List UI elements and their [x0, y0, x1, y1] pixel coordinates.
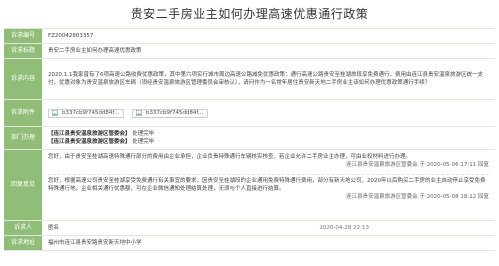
dept-status: 处理完毕: [132, 139, 155, 145]
dept-name: 【连江县贵安温泉旅游区管委会】: [48, 139, 131, 145]
value-code: FZ20042803357: [48, 33, 94, 39]
dept-name: 【连江县贵安温泉旅游区管委会】: [48, 131, 131, 137]
attachments: b337cb9f745dd84f... b337cb9f745dd84f...: [42, 100, 495, 126]
reply-divider: [48, 174, 489, 175]
reply-item: 您好，由于贵安至桂湖高速特殊通行部分的费用由企业承担，企业负责特殊通行车辆核实核…: [48, 153, 489, 169]
row-person: 诉求人 匿名 2020-04-28 22:13: [4, 220, 495, 235]
person-name: 匿名: [48, 225, 60, 231]
dept-item: 【连江县贵安温泉旅游区管委会】 处理完毕: [48, 130, 489, 138]
reply-text: 您好，根据高速公司贵安至桂湖享受免费通行有关事宜的要求，因贵安至桂湖段的企业通用…: [48, 178, 486, 192]
row-dept: 部门办理 【连江县贵安温泉旅游区管委会】 处理完毕 【连江县贵安温泉旅游区管委会…: [4, 126, 495, 149]
row-code: 诉求编号 FZ20042803357: [4, 28, 495, 43]
value-content: 2020.1.1我家曾有了6项高速公路收费优惠政策，其中第六项实行城市周边高速公…: [48, 72, 483, 86]
attachment-name: b337cb9f745dd84f...: [62, 110, 120, 116]
label-subject: 诉求标题: [4, 44, 42, 58]
label-content: 诉求内容: [4, 59, 42, 99]
row-subject: 诉求标题 贵安二手房业主如何办理高速优惠政策: [4, 43, 495, 58]
dept-status: 处理完毕: [132, 131, 155, 137]
attachment-file[interactable]: b337cb9f745dd84f...: [48, 108, 124, 118]
reply-text: 您好，由于贵安至桂湖高速特殊通行部分的费用由企业承担，企业负责特殊通行车辆核实核…: [48, 154, 412, 160]
dept-item: 【连江县贵安温泉旅游区管委会】 处理完毕: [48, 138, 489, 146]
complaint-detail-page: { "title": "贵安二手房业主如何办理高速优惠通行政策", "label…: [0, 0, 499, 266]
reply-org: 连江县贵安温泉旅游区管委会: [346, 194, 418, 200]
label-attachment: 诉求附件: [4, 100, 42, 126]
detail-table: 诉求编号 FZ20042803357 诉求标题 贵安二手房业主如何办理高速优惠政…: [4, 28, 495, 251]
value-subject: 贵安二手房业主如何办理高速优惠政策: [48, 48, 142, 54]
value-address: 福州市连江县贵安路贵安新天地中小学: [48, 240, 142, 246]
label-address: 诉求地址: [4, 236, 42, 250]
attachment-file[interactable]: b337cb9f745dd84f...: [132, 108, 208, 118]
attachment-name: b337cb9f745dd84f...: [146, 110, 204, 116]
reply-list: 您好，由于贵安至桂湖高速特殊通行部分的费用由企业承担，企业负责特殊通行车辆核实核…: [42, 150, 495, 220]
row-address: 诉求地址 福州市连江县贵安路贵安新天地中小学: [4, 235, 495, 251]
reply-org: 连江县贵安温泉旅游区管委会: [346, 162, 418, 168]
row-content: 诉求内容 2020.1.1我家曾有了6项高速公路收费优惠政策，其中第六项实行城市…: [4, 58, 495, 99]
label-code: 诉求编号: [4, 29, 42, 43]
reply-meta: 连江县贵安温泉旅游区管委会 于 2020-05-08 18:12 回复: [48, 193, 489, 201]
image-icon: [136, 110, 142, 116]
reply-meta: 连江县贵安温泉旅游区管委会 于 2020-05-06 17:11 回复: [48, 161, 489, 169]
reply-time: 于 2020-05-08 18:12 回复: [419, 194, 489, 200]
row-reply: 回复意见 您好，由于贵安至桂湖高速特殊通行部分的费用由企业承担，企业负责特殊通行…: [4, 149, 495, 220]
image-icon: [52, 110, 58, 116]
label-dept: 部门办理: [4, 127, 42, 149]
dept-list: 【连江县贵安温泉旅游区管委会】 处理完毕 【连江县贵安温泉旅游区管委会】 处理完…: [42, 127, 495, 149]
reply-time: 于 2020-05-06 17:11 回复: [419, 162, 489, 168]
submit-time: 2020-04-28 22:13: [319, 225, 369, 231]
reply-item: 您好，根据高速公司贵安至桂湖享受免费通行有关事宜的要求，因贵安至桂湖段的企业通用…: [48, 177, 489, 201]
person-info: 匿名 2020-04-28 22:13: [42, 221, 495, 235]
label-person: 诉求人: [4, 221, 42, 235]
row-attachments: 诉求附件 b337cb9f745dd84f... b337cb9f745dd84…: [4, 99, 495, 126]
page-title: 贵安二手房业主如何办理高速优惠通行政策: [130, 7, 369, 21]
label-reply: 回复意见: [4, 150, 42, 220]
